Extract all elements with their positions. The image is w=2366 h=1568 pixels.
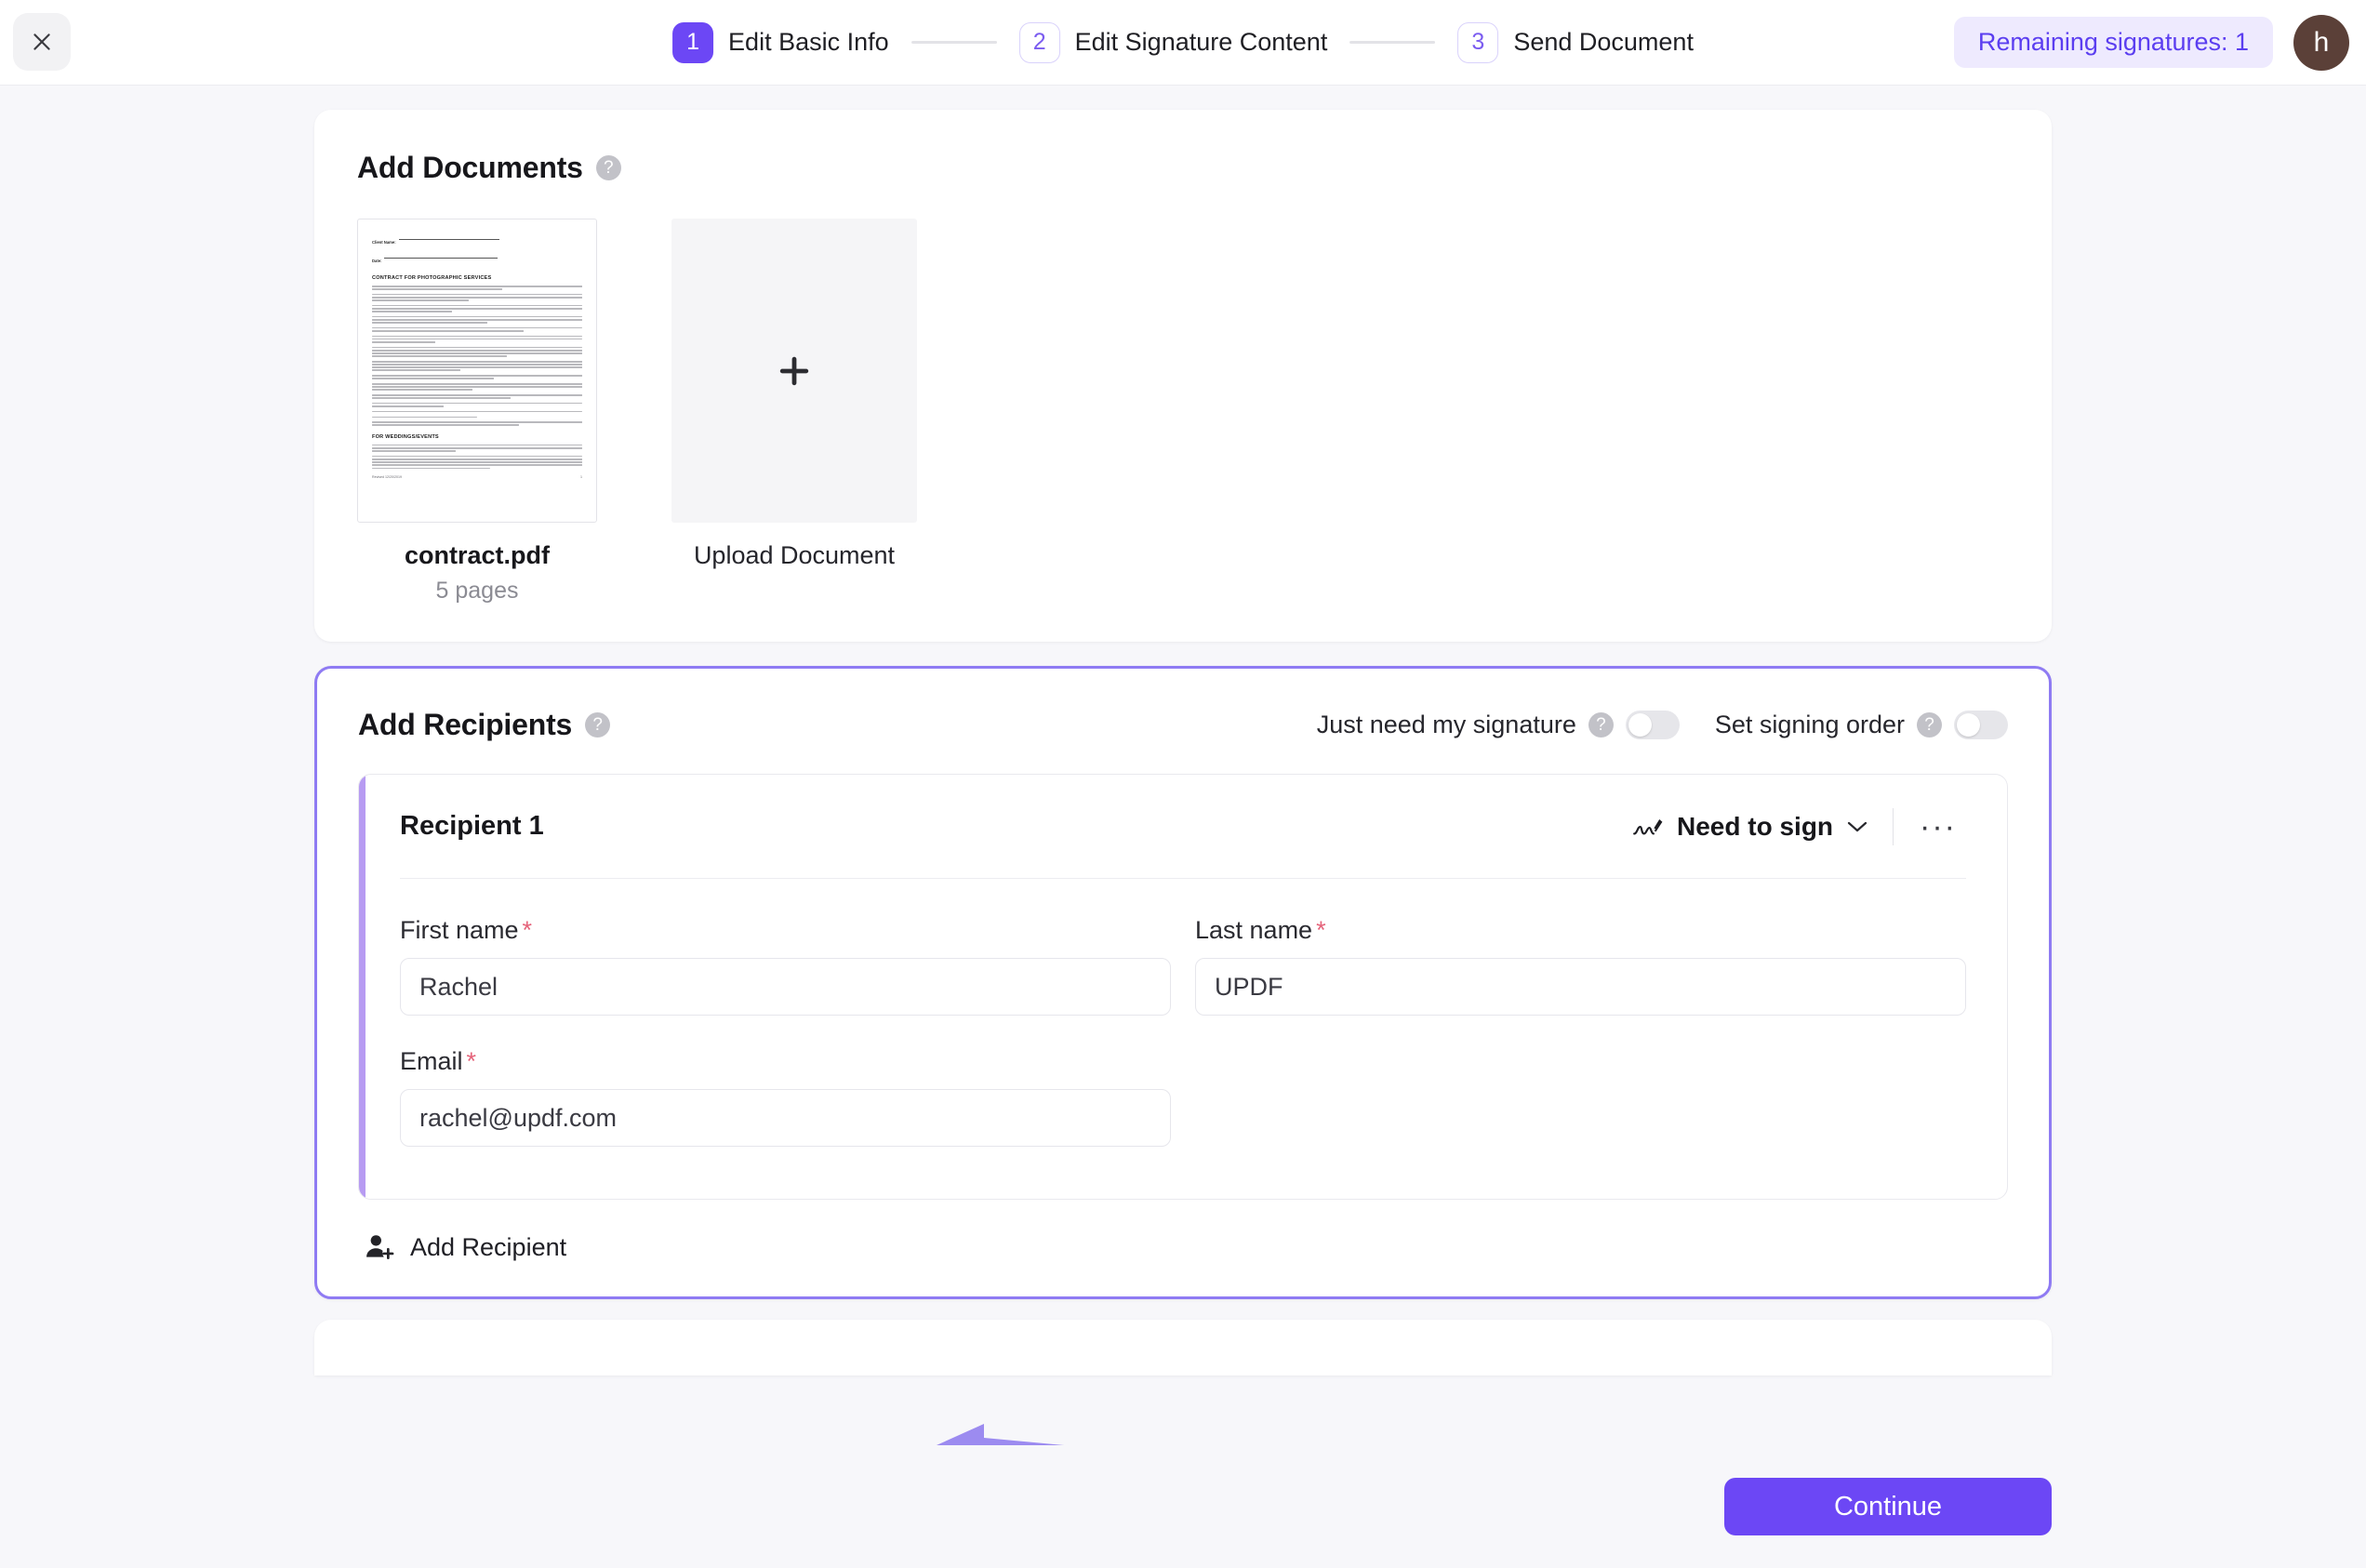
required-marker: * bbox=[1316, 916, 1326, 944]
thumb-client-label: Client Name: bbox=[372, 240, 396, 245]
add-recipients-title-row: Add Recipients ? bbox=[358, 708, 611, 742]
step-1-label: Edit Basic Info bbox=[728, 28, 889, 56]
step-3-send-document[interactable]: 3 Send Document bbox=[1457, 21, 1694, 63]
step-indicator: 1 Edit Basic Info 2 Edit Signature Conte… bbox=[672, 21, 1694, 63]
name-row: First name* Last name* bbox=[400, 916, 1966, 1016]
step-2-label: Edit Signature Content bbox=[1074, 28, 1328, 56]
set-signing-order-group: Set signing order ? bbox=[1715, 711, 2008, 739]
continue-button[interactable]: Continue bbox=[1724, 1478, 2052, 1535]
chevron-down-icon bbox=[1847, 821, 1868, 831]
email-row: Email * bbox=[400, 1047, 1966, 1147]
thumb-date-label: Date: bbox=[372, 259, 382, 263]
step-3-label: Send Document bbox=[1513, 28, 1694, 56]
thumb-heading: CONTRACT FOR PHOTOGRAPHIC SERVICES bbox=[372, 275, 492, 281]
help-icon[interactable]: ? bbox=[585, 712, 611, 737]
first-name-label-text: First name bbox=[400, 916, 519, 944]
signature-pen-icon bbox=[1633, 818, 1663, 835]
first-name-input[interactable] bbox=[400, 958, 1171, 1016]
document-item: Client Name: Date: CONTRACT FOR PHOTOGRA… bbox=[357, 219, 597, 605]
avatar[interactable]: h bbox=[2293, 14, 2349, 71]
upload-document-label: Upload Document bbox=[693, 541, 896, 569]
step-connector-2 bbox=[1349, 41, 1436, 44]
just-need-my-signature-group: Just need my signature ? bbox=[1317, 711, 1680, 739]
first-name-field: First name * bbox=[400, 916, 1171, 1016]
document-file-name: contract.pdf bbox=[404, 541, 550, 569]
recipient-form: First name* Last name* bbox=[400, 879, 1966, 1199]
email-label: Email * bbox=[400, 1047, 1171, 1076]
required-marker: * bbox=[522, 916, 533, 944]
add-recipients-card: Add Recipients ? Just need my signature … bbox=[314, 666, 2052, 1299]
add-documents-title: Add Documents bbox=[357, 151, 583, 184]
close-icon bbox=[33, 33, 50, 50]
step-2-edit-signature-content[interactable]: 2 Edit Signature Content bbox=[1018, 21, 1328, 63]
last-name-label-text: Last name bbox=[1195, 916, 1313, 944]
add-recipient-label: Add Recipient bbox=[410, 1232, 567, 1261]
add-user-icon bbox=[366, 1235, 394, 1259]
email-input[interactable] bbox=[400, 1089, 1171, 1147]
form-row-spacer bbox=[400, 1016, 1966, 1047]
recipient-accent-bar bbox=[359, 775, 366, 1199]
email-field: Email * bbox=[400, 1047, 1171, 1147]
first-name-label: First name * bbox=[400, 916, 1171, 945]
remaining-signatures-badge[interactable]: Remaining signatures: 1 bbox=[1953, 17, 2273, 68]
top-bar-right: Remaining signatures: 1 h bbox=[1953, 14, 2349, 71]
thumb-footer-left: Revised 12/20/2019 bbox=[372, 475, 402, 480]
just-need-my-signature-toggle[interactable] bbox=[1625, 711, 1680, 739]
upload-document-item: Upload Document bbox=[671, 219, 917, 570]
add-recipients-header: Add Recipients ? Just need my signature … bbox=[358, 708, 2008, 742]
top-bar: 1 Edit Basic Info 2 Edit Signature Conte… bbox=[0, 0, 2366, 86]
next-section-card-peek bbox=[314, 1320, 2052, 1375]
recipient-card-inner: Recipient 1 Need to sign ··· First name … bbox=[359, 775, 2007, 1199]
document-thumbnail[interactable]: Client Name: Date: CONTRACT FOR PHOTOGRA… bbox=[357, 219, 597, 523]
toggle-knob bbox=[1628, 713, 1652, 737]
just-need-my-signature-label: Just need my signature bbox=[1316, 711, 1576, 738]
step-2-number: 2 bbox=[1018, 21, 1060, 63]
step-3-number: 3 bbox=[1457, 21, 1499, 63]
email-row-spacer bbox=[1195, 1047, 1966, 1147]
thumb-subheading: FOR WEDDINGS/EVENTS bbox=[372, 433, 439, 440]
set-signing-order-label: Set signing order bbox=[1714, 711, 1905, 738]
recipient-title: Recipient 1 bbox=[400, 811, 544, 841]
step-1-number: 1 bbox=[672, 21, 714, 63]
upload-document-dropzone[interactable] bbox=[671, 219, 917, 523]
help-icon[interactable]: ? bbox=[1917, 712, 1942, 737]
help-icon[interactable]: ? bbox=[1588, 712, 1614, 737]
recipient-card: Recipient 1 Need to sign ··· First name … bbox=[358, 774, 2008, 1200]
toggle-knob bbox=[1957, 713, 1980, 737]
add-documents-header: Add Documents ? bbox=[357, 151, 2009, 185]
step-connector-1 bbox=[911, 41, 997, 44]
recipient-actions: Need to sign ··· bbox=[1632, 807, 1966, 845]
recipient-role-value: Need to sign bbox=[1677, 811, 1834, 841]
email-label-text: Email bbox=[400, 1047, 463, 1075]
content-column: Add Documents ? Client Name: Date: CONTR… bbox=[314, 110, 2052, 1484]
help-icon[interactable]: ? bbox=[595, 155, 621, 180]
add-documents-card: Add Documents ? Client Name: Date: CONTR… bbox=[314, 110, 2052, 642]
recipient-header: Recipient 1 Need to sign ··· bbox=[400, 775, 1966, 879]
last-name-field: Last name * bbox=[1195, 916, 1966, 1016]
thumb-footer-right: 1 bbox=[580, 475, 582, 480]
last-name-label: Last name * bbox=[1195, 916, 1966, 945]
plus-icon bbox=[779, 356, 809, 385]
main-content: Add Documents ? Client Name: Date: CONTR… bbox=[0, 86, 2366, 1568]
document-page-count: 5 pages bbox=[435, 578, 519, 604]
footer-bar: Continue bbox=[0, 1445, 2366, 1568]
required-marker: * bbox=[466, 1047, 477, 1075]
recipient-options: Just need my signature ? Set signing ord… bbox=[1317, 711, 2008, 739]
document-list: Client Name: Date: CONTRACT FOR PHOTOGRA… bbox=[357, 219, 2009, 605]
recipient-role-dropdown[interactable]: Need to sign bbox=[1632, 812, 1893, 842]
add-recipient-button[interactable]: Add Recipient bbox=[364, 1231, 566, 1263]
set-signing-order-toggle[interactable] bbox=[1954, 711, 2008, 739]
close-button[interactable] bbox=[13, 13, 71, 71]
recipient-more-menu[interactable]: ··· bbox=[1894, 811, 1966, 843]
step-1-edit-basic-info[interactable]: 1 Edit Basic Info bbox=[672, 21, 889, 63]
last-name-input[interactable] bbox=[1195, 958, 1966, 1016]
add-recipients-title: Add Recipients bbox=[358, 708, 573, 741]
